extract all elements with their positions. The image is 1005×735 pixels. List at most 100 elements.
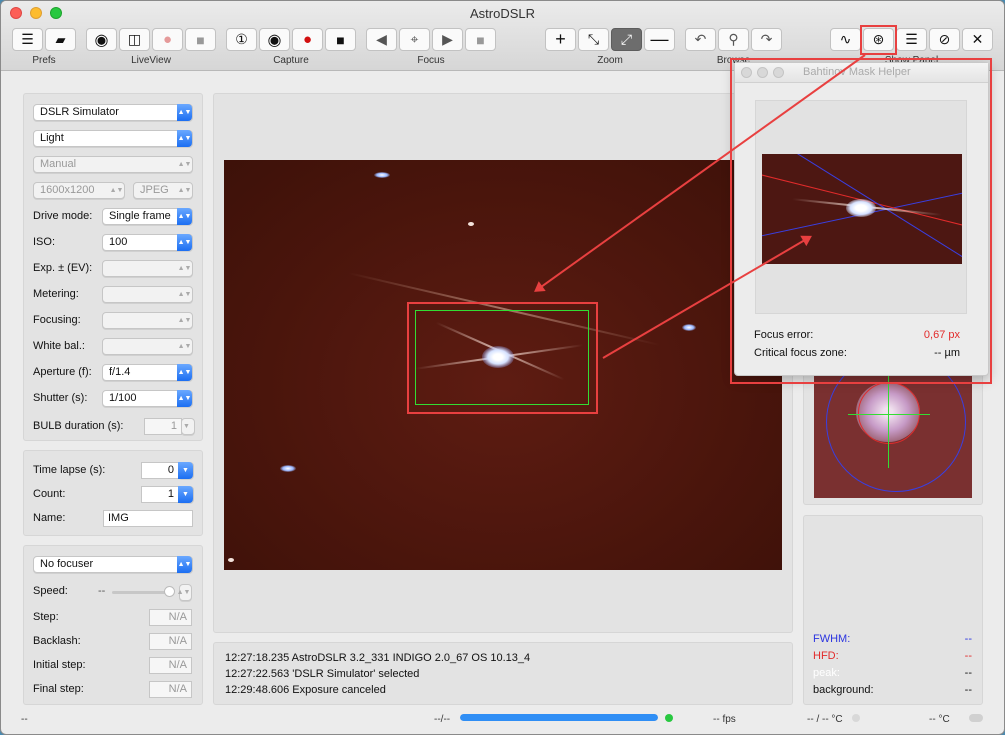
crosshair-icon: ⌖	[410, 31, 419, 47]
camera-row-label: Exp. ± (EV):	[33, 262, 93, 274]
browse-search-button[interactable]: ⚲	[718, 28, 749, 51]
show-tools-button[interactable]: ✕	[962, 28, 993, 51]
camera-row-select[interactable]: ▲▼	[102, 260, 193, 277]
camera-row-select[interactable]: ▲▼	[102, 286, 193, 303]
timelapse-stepper[interactable]: ▼	[178, 462, 194, 479]
camera-row-select[interactable]: ▲▼	[102, 312, 193, 329]
stat-value: --	[964, 633, 972, 645]
liveview-eye-button[interactable]: ◉	[86, 28, 117, 51]
star	[682, 324, 696, 331]
capture-single-button[interactable]: ①	[226, 28, 257, 51]
frame-type-value: Light	[40, 132, 64, 144]
focus-out-button[interactable]: ▶	[432, 28, 463, 51]
magnifier-icon: ⚲	[728, 31, 739, 47]
focus-star-button[interactable]: ⌖	[399, 28, 430, 51]
focus-stop-button[interactable]: ■	[465, 28, 496, 51]
focuser-row-field[interactable]: N/A	[149, 633, 192, 650]
resolution-select[interactable]: 1600x1200 ▲▼	[33, 182, 125, 199]
camera-row-select[interactable]: 100 ▲▼	[102, 234, 193, 251]
capture-record-button[interactable]: ●	[292, 28, 323, 51]
shrink-icon: ⤢	[620, 31, 633, 47]
fps-label: -- fps	[713, 714, 736, 725]
chevron-down-icon: ▼	[183, 423, 190, 430]
focuser-select[interactable]: No focuser ▲▼	[33, 556, 193, 573]
focuser-row-label: Final step:	[33, 683, 84, 695]
chevron-updown-icon: ▲▼	[177, 234, 192, 251]
camera-row-select[interactable]: 1/100 ▲▼	[102, 390, 193, 407]
focuser-panel: No focuser ▲▼ Speed: -- ▲▼ Step: N/A Backla…	[23, 545, 203, 705]
focuser-row-field[interactable]: N/A	[149, 609, 192, 626]
arrow-forward-icon: ↷	[760, 31, 773, 47]
count-label: Count:	[33, 488, 66, 500]
camera-select[interactable]: DSLR Simulator ▲▼	[33, 104, 193, 121]
stop-icon: ■	[196, 31, 205, 48]
log-line: 12:29:48.606 Exposure canceled	[225, 684, 386, 696]
chevron-updown-icon: ▲▼	[176, 589, 191, 596]
progress-label: --/--	[434, 714, 451, 725]
camera-row-select[interactable]: f/1.4 ▲▼	[102, 364, 193, 381]
status-left: --	[21, 714, 28, 725]
window-title: AstroDSLR	[469, 6, 536, 21]
chevron-updown-icon: ▲▼	[177, 390, 192, 407]
liveview-record-button[interactable]: ●	[152, 28, 183, 51]
wave-icon: ∿	[839, 31, 852, 47]
stat-label: HFD:	[813, 650, 839, 662]
focuser-row-label: Initial step:	[33, 659, 86, 671]
prefs-sliders-button[interactable]: ☰	[12, 28, 43, 51]
highlight-box	[407, 302, 598, 414]
speed-stepper[interactable]: ▲▼	[176, 584, 192, 601]
cooler-toggle[interactable]	[969, 714, 983, 722]
focuser-row-field[interactable]: N/A	[149, 681, 192, 698]
temperature-label: -- / -- °C	[807, 714, 843, 725]
liveview-stop-button[interactable]: ■	[185, 28, 216, 51]
timelapse-field[interactable]: 0	[141, 462, 179, 479]
camera-image[interactable]	[224, 160, 782, 570]
progress-bar	[460, 714, 658, 721]
camera-row-value: 1/100	[109, 392, 137, 404]
camera-row-label: ISO:	[33, 236, 56, 248]
open-folder-button[interactable]: ▰	[45, 28, 76, 51]
zoom-actual-button[interactable]: ⤢	[611, 28, 642, 51]
folder-icon: ▰	[55, 31, 66, 47]
mode-select[interactable]: Manual ▲▼	[33, 156, 193, 173]
stat-value: --	[964, 667, 972, 679]
count-field[interactable]: 1	[141, 486, 179, 503]
log-line: 12:27:18.235 AstroDSLR 3.2_331 INDIGO 2.…	[225, 652, 531, 664]
browse-forward-button[interactable]: ↷	[751, 28, 782, 51]
status-dot	[852, 714, 860, 722]
chevron-down-icon: ▼	[178, 486, 193, 503]
count-stepper[interactable]: ▼	[178, 486, 194, 503]
zoom-in-button[interactable]: +	[545, 28, 576, 51]
bulb-field[interactable]: 1	[144, 418, 182, 435]
show-graph-button[interactable]: ∿	[830, 28, 861, 51]
zoom-out-button[interactable]: —	[644, 28, 675, 51]
show-compass-button[interactable]: ⊘	[929, 28, 960, 51]
focus-in-button[interactable]: ◀	[366, 28, 397, 51]
focuser-row-field[interactable]: N/A	[149, 657, 192, 674]
star	[228, 558, 234, 562]
stop-icon: ■	[336, 31, 345, 48]
liveview-frame-button[interactable]: ◫	[119, 28, 150, 51]
bulb-stepper[interactable]: ▼	[181, 418, 195, 435]
stats-panel: FWHM: -- HFD: -- peak: -- background: --	[803, 515, 983, 705]
show-log-button[interactable]: ☰	[896, 28, 927, 51]
chevron-updown-icon: ▲▼	[177, 291, 192, 298]
camera-row-select[interactable]: Single frame ▲▼	[102, 208, 193, 225]
log-panel: 12:27:18.235 AstroDSLR 3.2_331 INDIGO 2.…	[213, 642, 793, 705]
format-select[interactable]: JPEG ▲▼	[133, 182, 193, 199]
progress-fill	[460, 714, 658, 721]
highlight-box	[860, 25, 897, 55]
capture-preview-button[interactable]: ◉	[259, 28, 290, 51]
zoom-fit-button[interactable]: ⤡	[578, 28, 609, 51]
chevron-updown-icon: ▲▼	[177, 161, 192, 168]
chevron-updown-icon: ▲▼	[177, 343, 192, 350]
name-field[interactable]: IMG	[103, 510, 193, 527]
browse-back-button[interactable]: ↶	[685, 28, 716, 51]
camera-row-select[interactable]: ▲▼	[102, 338, 193, 355]
capture-stop-button[interactable]: ■	[325, 28, 356, 51]
speed-slider-knob[interactable]	[164, 586, 175, 597]
stat-label: FWHM:	[813, 633, 851, 645]
triangle-right-icon: ▶	[442, 31, 453, 47]
speed-slider-track[interactable]	[112, 591, 172, 594]
frame-type-select[interactable]: Light ▲▼	[33, 130, 193, 147]
